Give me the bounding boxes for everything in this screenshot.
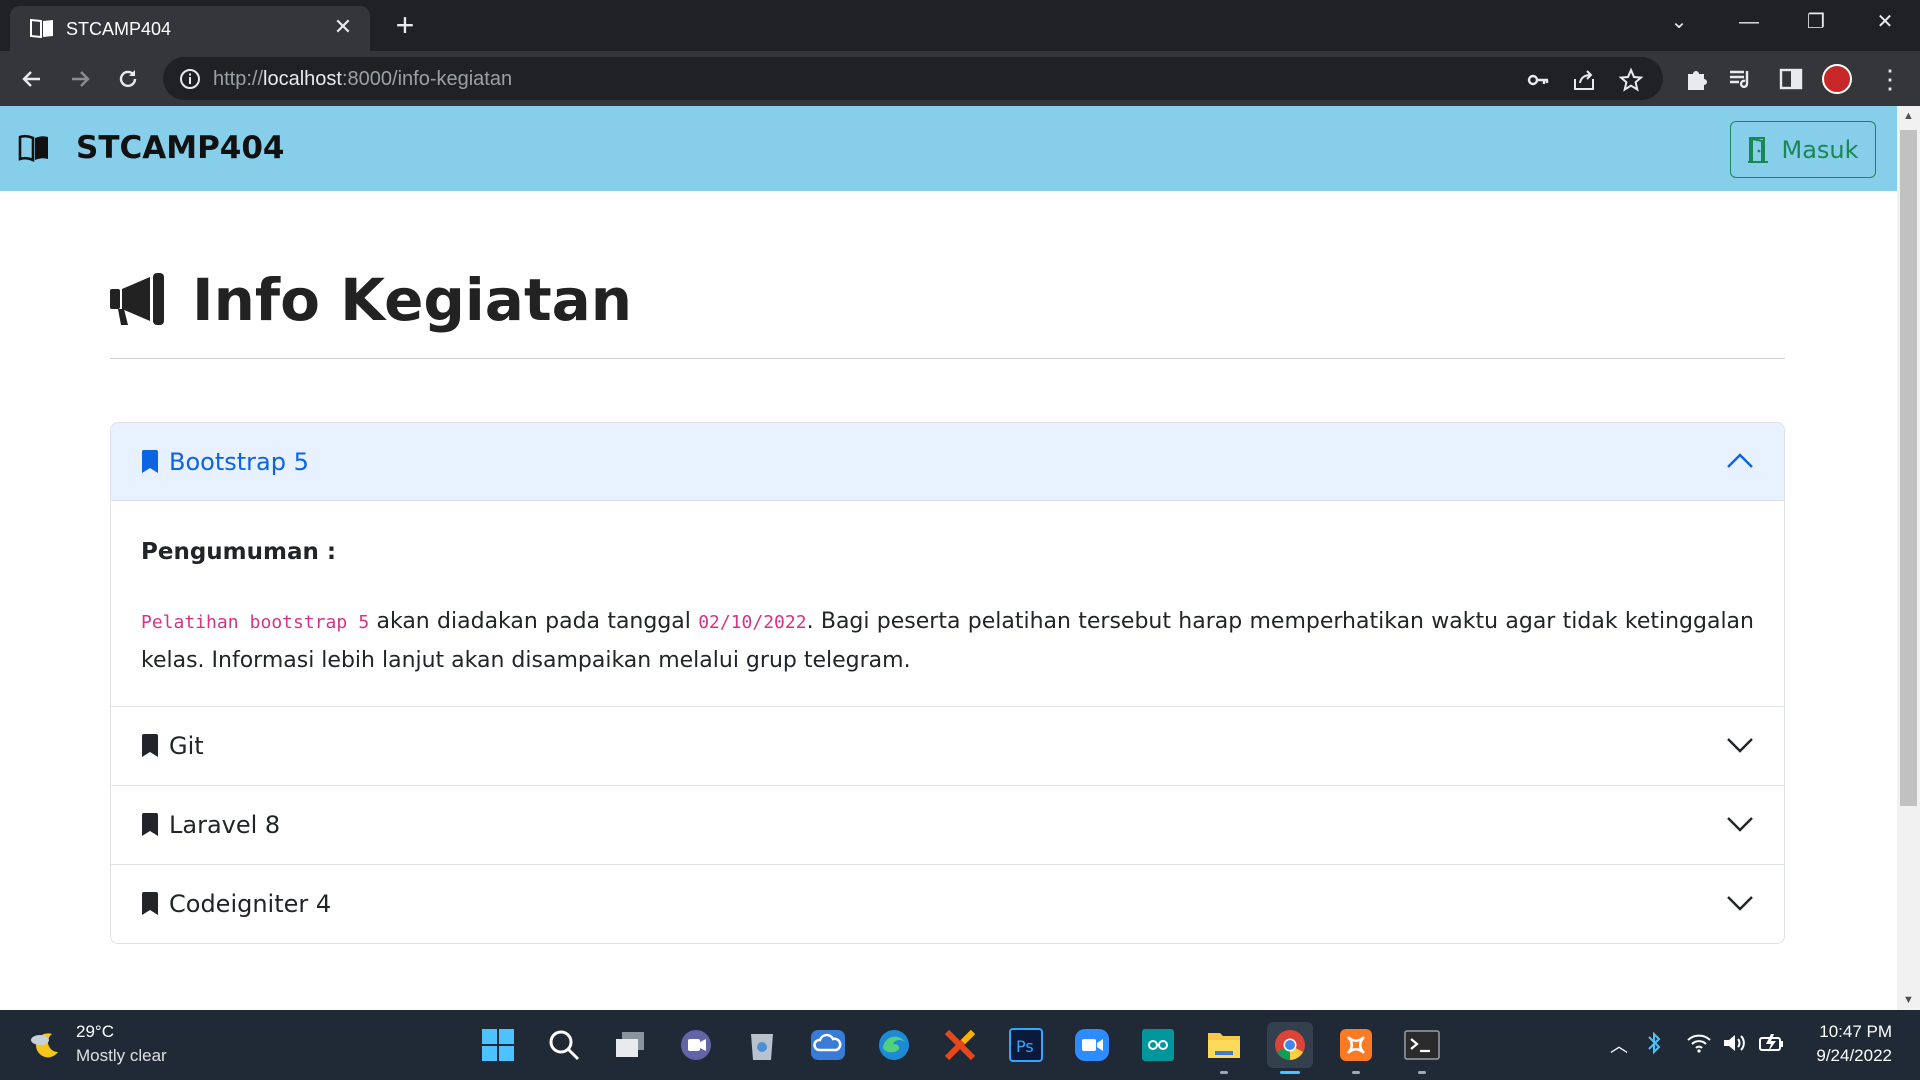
title-divider <box>110 358 1785 359</box>
teams-chat-icon[interactable] <box>673 1022 719 1068</box>
accordion-item: Git <box>111 706 1784 785</box>
tab-title: STCAMP404 <box>66 19 172 39</box>
side-panel-icon[interactable] <box>1777 65 1805 93</box>
weather-description[interactable]: Mostly clear <box>76 1046 167 1066</box>
chevron-down-icon <box>1727 817 1753 832</box>
page-scrollbar[interactable]: ▲ ▼ <box>1897 106 1920 1010</box>
accordion-title: Laravel 8 <box>169 811 281 839</box>
bookmark-icon <box>142 449 158 473</box>
photoshop-icon[interactable]: Ps <box>1003 1022 1049 1068</box>
bookmark-icon <box>142 892 158 915</box>
chevron-down-icon <box>1727 896 1753 911</box>
bluetooth-icon[interactable] <box>1646 1030 1662 1056</box>
cloud-app-icon[interactable] <box>805 1022 851 1068</box>
reload-icon <box>119 70 137 88</box>
key-icon[interactable] <box>1525 67 1551 93</box>
moon-cloud-icon[interactable] <box>28 1028 62 1062</box>
menu-kebab-icon[interactable]: ⋮ <box>1876 65 1904 93</box>
accordion-item: Codeigniter 4 <box>111 864 1784 943</box>
accordion-header-laravel[interactable]: Laravel 8 <box>111 786 1784 864</box>
extensions-icon[interactable] <box>1682 65 1710 93</box>
scroll-up-icon[interactable]: ▲ <box>1897 106 1920 126</box>
volume-icon[interactable] <box>1722 1032 1748 1054</box>
accordion-item: Bootstrap 5 Pengumuman : Pelatihan boots… <box>111 423 1784 706</box>
page-title-text: Info Kegiatan <box>192 266 633 334</box>
bookmark-star-icon[interactable] <box>1618 67 1644 93</box>
announcement-code-course: Pelatihan bootstrap 5 <box>141 612 370 633</box>
zoom-icon[interactable] <box>1069 1022 1115 1068</box>
accordion-header-git[interactable]: Git <box>111 707 1784 785</box>
media-control-icon[interactable] <box>1727 65 1755 93</box>
close-window-button[interactable]: ✕ <box>1856 0 1914 44</box>
share-icon[interactable] <box>1571 67 1597 93</box>
arduino-icon[interactable] <box>1135 1022 1181 1068</box>
megaphone-icon <box>110 273 164 325</box>
accordion-title: Bootstrap 5 <box>169 447 309 476</box>
clock-time[interactable]: 10:47 PM <box>1818 1022 1892 1042</box>
chrome-icon[interactable] <box>1267 1022 1313 1074</box>
tray-chevron-up-icon[interactable]: ︿ <box>1610 1032 1628 1058</box>
back-button[interactable] <box>14 61 50 97</box>
info-accordion: Bootstrap 5 Pengumuman : Pelatihan boots… <box>110 422 1785 944</box>
brand-name: STCAMP404 <box>76 130 285 166</box>
clock-date[interactable]: 9/24/2022 <box>1806 1046 1892 1066</box>
wifi-icon[interactable] <box>1686 1032 1712 1054</box>
page-title: Info Kegiatan <box>110 266 632 334</box>
book-icon <box>30 18 53 38</box>
file-explorer-icon[interactable] <box>1201 1022 1247 1074</box>
scroll-thumb[interactable] <box>1900 130 1917 806</box>
reload-button[interactable] <box>110 61 146 97</box>
browser-tab[interactable]: STCAMP404 ✕ <box>10 6 370 51</box>
chevron-down-icon <box>1727 738 1753 753</box>
site-navbar: STCAMP404 Masuk <box>0 106 1897 191</box>
minimize-button[interactable]: — <box>1720 0 1778 44</box>
scroll-down-icon[interactable]: ▼ <box>1897 990 1920 1010</box>
forward-button[interactable] <box>62 61 98 97</box>
accordion-body: Pengumuman : Pelatihan bootstrap 5 akan … <box>111 501 1784 706</box>
accordion-title: Git <box>169 732 204 760</box>
new-tab-button[interactable]: + <box>388 8 422 42</box>
recycle-icon[interactable] <box>739 1022 785 1068</box>
windows-start-icon[interactable] <box>475 1022 521 1068</box>
accordion-title: Codeigniter 4 <box>169 890 332 918</box>
back-arrow-icon <box>22 71 40 87</box>
announcement-text: Pelatihan bootstrap 5 akan diadakan pada… <box>141 609 1754 673</box>
xampp-x-icon[interactable] <box>937 1022 983 1068</box>
battery-charging-icon[interactable] <box>1758 1032 1786 1054</box>
browser-tab-strip: STCAMP404 ✕ + ⌄ — ❐ ✕ <box>0 0 1920 51</box>
profile-avatar[interactable] <box>1822 64 1852 94</box>
bookmark-icon <box>142 734 158 757</box>
book-open-icon <box>18 134 48 162</box>
url-text: http://localhost:8000/info-kegiatan <box>213 68 513 90</box>
announcement-code-date: 02/10/2022 <box>698 612 807 633</box>
address-bar[interactable]: http://localhost:8000/info-kegiatan <box>163 57 1663 100</box>
login-button[interactable]: Masuk <box>1730 121 1876 178</box>
windows-taskbar: 29°C Mostly clear Ps ︿ 10:47 PM 9/24/202… <box>0 1010 1920 1080</box>
tab-close-icon[interactable]: ✕ <box>330 14 356 40</box>
svg-text:Ps: Ps <box>1016 1037 1034 1056</box>
tab-search-icon[interactable]: ⌄ <box>1650 0 1708 44</box>
announcement-label: Pengumuman : <box>141 539 337 565</box>
chevron-up-icon <box>1727 453 1753 468</box>
accordion-header-bootstrap[interactable]: Bootstrap 5 <box>111 423 1784 501</box>
site-info-icon[interactable] <box>179 68 201 90</box>
accordion-item: Laravel 8 <box>111 785 1784 864</box>
xampp-control-icon[interactable] <box>1333 1022 1379 1074</box>
navbar-brand[interactable]: STCAMP404 <box>18 128 285 168</box>
edge-icon[interactable] <box>871 1022 917 1068</box>
bookmark-icon <box>142 813 158 836</box>
browser-toolbar: http://localhost:8000/info-kegiatan ⋮ <box>0 51 1920 106</box>
search-icon[interactable] <box>541 1022 587 1068</box>
door-icon <box>1748 136 1769 163</box>
login-label: Masuk <box>1781 135 1859 164</box>
page-viewport: STCAMP404 Masuk Info Kegiatan Bootstrap … <box>0 106 1897 1010</box>
terminal-icon[interactable] <box>1399 1022 1445 1074</box>
weather-temperature[interactable]: 29°C <box>76 1022 114 1042</box>
forward-arrow-icon <box>72 71 90 87</box>
task-view-icon[interactable] <box>607 1022 653 1068</box>
accordion-header-codeigniter[interactable]: Codeigniter 4 <box>111 865 1784 943</box>
restore-button[interactable]: ❐ <box>1787 0 1845 44</box>
